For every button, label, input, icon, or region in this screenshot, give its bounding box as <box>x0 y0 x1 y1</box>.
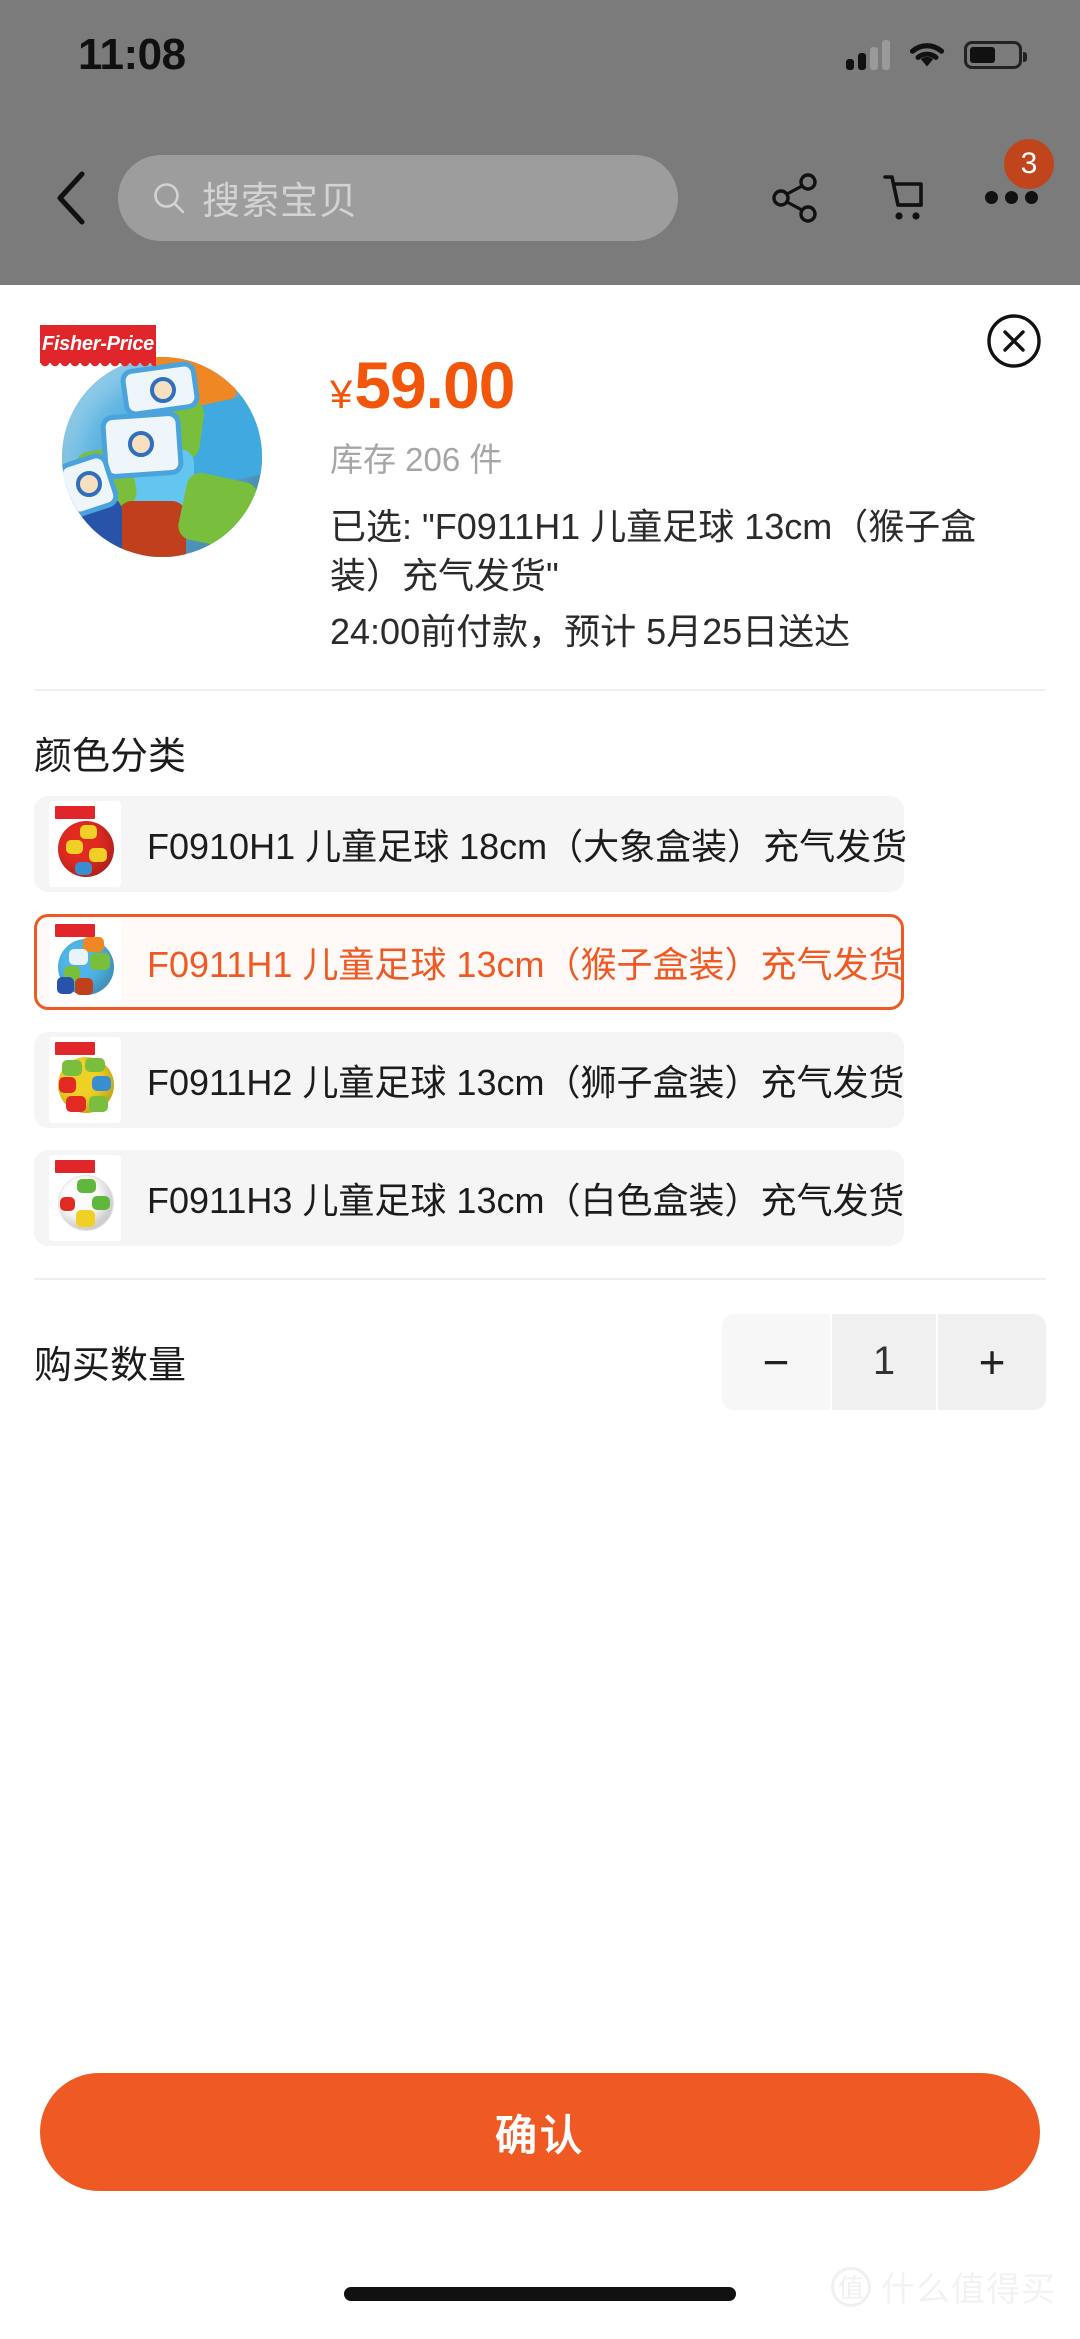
status-time: 11:08 <box>78 30 186 79</box>
navigation-bar: 搜索宝贝 3 <box>0 110 1080 285</box>
stock-text: 库存 206 件 <box>330 441 503 478</box>
search-icon <box>154 182 185 213</box>
currency-symbol: ¥ <box>330 373 353 417</box>
fisher-price-mini-logo <box>55 1159 95 1173</box>
watermark: 值 什么值得买 <box>831 2262 1056 2311</box>
ball-red-elephant-icon <box>58 820 114 877</box>
color-option-list: F0910H1 儿童足球 18cm（大象盒装）充气发货 F0911H1 儿童足球… <box>0 790 1080 1246</box>
sku-info: ¥ 59.00 库存 206 件 已选: "F0911H1 儿童足球 13cm（… <box>286 315 1046 657</box>
confirm-bar: 确认 <box>0 2073 1080 2191</box>
more-button[interactable]: 3 <box>978 138 1054 231</box>
sku-option-2[interactable]: F0911H2 儿童足球 13cm（狮子盒装）充气发货 <box>34 1031 905 1128</box>
sku-header: Fisher-Price ¥ 59.00 库存 206 件 已选: "F0911… <box>0 285 1080 657</box>
quantity-decrease-button[interactable]: − <box>722 1313 830 1410</box>
share-button[interactable] <box>762 165 828 231</box>
page-dim-overlay[interactable]: 11:08 搜索宝贝 3 <box>0 0 1080 285</box>
quantity-label: 购买数量 <box>34 1345 187 1388</box>
close-circle-icon <box>987 314 1041 368</box>
share-icon <box>772 172 817 223</box>
sku-option-label-1: F0911H1 儿童足球 13cm（猴子盒装）充气发货 <box>147 943 905 985</box>
shopping-cart-icon <box>883 174 923 220</box>
product-image[interactable]: Fisher-Price <box>34 315 286 567</box>
quantity-value[interactable]: 1 <box>830 1313 938 1410</box>
sku-option-thumb-1 <box>49 918 121 1005</box>
chevron-left-icon <box>57 171 85 224</box>
battery-icon <box>964 41 1027 69</box>
soccer-ball-illustration <box>62 357 262 557</box>
sku-option-thumb-2 <box>49 1036 121 1123</box>
fisher-price-logo: Fisher-Price <box>40 325 156 368</box>
watermark-logo-icon: 值 <box>831 2266 871 2307</box>
watermark-text: 什么值得买 <box>881 2271 1056 2309</box>
nav-actions: 3 <box>762 138 1054 231</box>
more-dots-icon <box>984 191 1038 204</box>
sku-option-label-3: F0911H3 儿童足球 13cm（白色盒装）充气发货 <box>147 1179 905 1221</box>
back-button[interactable] <box>42 169 100 227</box>
sku-option-0[interactable]: F0910H1 儿童足球 18cm（大象盒装）充气发货 <box>34 795 908 892</box>
wifi-icon <box>909 43 945 67</box>
fisher-price-mini-logo <box>55 1041 95 1055</box>
status-bar: 11:08 <box>0 0 1080 110</box>
quantity-section: 购买数量 − 1 + <box>0 1280 1080 1410</box>
sku-option-thumb-0 <box>49 800 121 887</box>
ball-multicolor-monkey-icon <box>56 936 114 995</box>
delivery-estimate-text: 24:00前付款，预计 5月25日送达 <box>330 611 851 653</box>
status-icons <box>846 39 1027 71</box>
cart-badge-count: 3 <box>1004 138 1054 189</box>
phone-screen: 11:08 搜索宝贝 3 Fisher-Price ¥ 59.00 库存 206… <box>0 0 1080 2339</box>
ball-white-icon <box>58 1174 114 1231</box>
price-row: ¥ 59.00 <box>330 347 1046 423</box>
sku-option-label-2: F0911H2 儿童足球 13cm（狮子盒装）充气发货 <box>147 1061 905 1103</box>
sku-bottom-sheet: Fisher-Price ¥ 59.00 库存 206 件 已选: "F0911… <box>0 285 1080 2339</box>
confirm-button[interactable]: 确认 <box>40 2073 1040 2191</box>
sku-option-thumb-3 <box>49 1154 121 1241</box>
selected-sku-text: 已选: "F0911H1 儿童足球 13cm（猴子盒装）充气发货" <box>330 506 977 596</box>
color-section-title: 颜色分类 <box>34 735 187 778</box>
cellular-signal-icon <box>846 40 890 70</box>
search-input[interactable]: 搜索宝贝 <box>118 154 678 241</box>
home-indicator[interactable] <box>344 2287 736 2301</box>
close-button[interactable] <box>986 313 1042 369</box>
price-amount: 59.00 <box>354 348 515 422</box>
fisher-price-mini-logo <box>55 805 95 819</box>
quantity-increase-button[interactable]: + <box>938 1313 1046 1410</box>
quantity-stepper: − 1 + <box>722 1313 1046 1410</box>
sku-option-3[interactable]: F0911H3 儿童足球 13cm（白色盒装）充气发货 <box>34 1149 905 1246</box>
ball-yellow-lion-icon <box>58 1056 114 1113</box>
sku-option-1[interactable]: F0911H1 儿童足球 13cm（猴子盒装）充气发货 <box>34 913 905 1010</box>
cart-button[interactable] <box>870 165 936 231</box>
fisher-price-mini-logo <box>55 923 95 937</box>
sku-option-label-0: F0910H1 儿童足球 18cm（大象盒装）充气发货 <box>147 825 908 867</box>
search-placeholder: 搜索宝贝 <box>202 181 359 223</box>
